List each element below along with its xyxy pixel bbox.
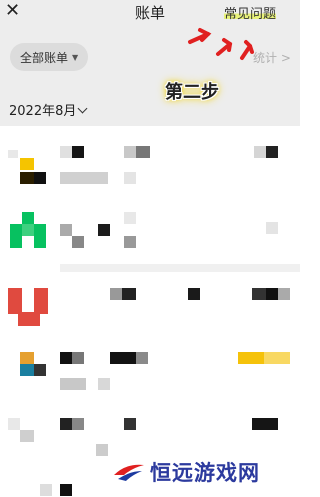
blur-block xyxy=(266,222,278,234)
blur-block xyxy=(98,378,110,390)
annotation-arrows xyxy=(188,28,254,60)
blur-block xyxy=(40,484,52,496)
merchant-icon-part xyxy=(20,172,34,184)
step-annotation: 第二步 xyxy=(165,82,219,103)
blur-block xyxy=(72,418,84,430)
blur-block xyxy=(60,352,72,364)
blur-block xyxy=(110,288,122,300)
divider xyxy=(60,264,300,272)
blur-block xyxy=(136,352,148,364)
blur-block xyxy=(124,212,136,224)
month-label: 2022年8月 xyxy=(9,104,77,119)
blur-block xyxy=(60,172,108,184)
blur-block xyxy=(72,236,84,248)
blur-block xyxy=(60,418,72,430)
merchant-icon xyxy=(8,288,22,314)
blur-block xyxy=(124,418,136,430)
blur-block xyxy=(98,224,110,236)
blur-block xyxy=(136,146,150,158)
blur-block xyxy=(252,288,266,300)
blur-block xyxy=(60,146,72,158)
blur-block xyxy=(96,444,108,456)
all-bills-filter[interactable]: 全部账单 ▼ xyxy=(10,43,89,71)
blur-block xyxy=(124,146,136,158)
watermark-logo-icon xyxy=(114,464,144,481)
blur-block xyxy=(72,352,84,364)
all-bills-label: 全部账单 xyxy=(20,50,69,65)
merchant-icon-part xyxy=(10,224,22,248)
top-bar: ✕ 账单 常见问题 全部账单 ▼ 统计 > 第二步 2022年8月 xyxy=(0,0,300,126)
blur-block xyxy=(238,352,264,364)
merchant-icon xyxy=(20,158,34,170)
blur-block xyxy=(124,236,136,248)
blur-block xyxy=(266,288,278,300)
blur-block xyxy=(110,352,136,364)
blur-block xyxy=(8,150,18,158)
merchant-icon-part xyxy=(20,364,34,376)
merchant-icon-part xyxy=(34,224,46,248)
blur-block xyxy=(20,430,34,442)
month-selector[interactable]: 2022年8月 xyxy=(9,100,88,119)
merchant-icon-part xyxy=(34,364,46,376)
watermark: 恒远游戏网 xyxy=(112,457,260,487)
blur-block xyxy=(264,352,290,364)
blur-block xyxy=(60,484,72,496)
merchant-icon-part xyxy=(34,288,48,314)
blur-block xyxy=(122,288,136,300)
blur-block xyxy=(266,146,278,158)
blur-block xyxy=(8,418,20,430)
stats-link[interactable]: 统计 > xyxy=(253,49,291,66)
blur-block xyxy=(72,146,84,158)
blur-block xyxy=(252,418,278,430)
chevron-down-icon xyxy=(77,103,88,113)
blur-block xyxy=(60,378,86,390)
watermark-text: 恒远游戏网 xyxy=(150,460,260,485)
blur-block xyxy=(278,288,290,300)
blur-block xyxy=(60,224,72,236)
merchant-icon xyxy=(22,212,34,224)
merchant-icon-part xyxy=(22,224,34,236)
caret-down-icon: ▼ xyxy=(72,52,79,62)
merchant-icon xyxy=(20,352,34,364)
blur-block xyxy=(188,288,200,300)
merchant-icon-part xyxy=(18,312,40,326)
blur-block xyxy=(124,172,136,184)
merchant-icon-part xyxy=(34,172,46,184)
blur-block xyxy=(254,146,266,158)
faq-link[interactable]: 常见问题 xyxy=(224,3,277,22)
